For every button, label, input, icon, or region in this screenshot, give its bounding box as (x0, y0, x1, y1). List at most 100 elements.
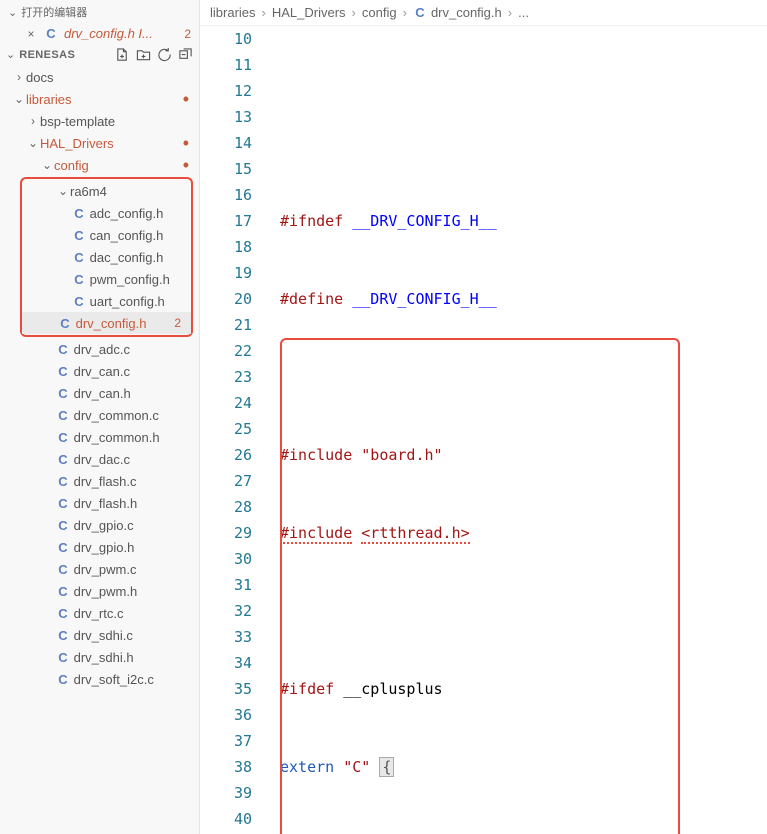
chevron-right-icon: › (352, 5, 356, 20)
chevron-right-icon: › (508, 5, 512, 20)
chevron-right-icon: › (403, 5, 407, 20)
file-badge: 2 (174, 316, 181, 330)
chevron-down-icon: ⌄ (26, 136, 40, 150)
tree-file[interactable]: C drv_sdhi.h (0, 646, 199, 668)
line-number: 15 (200, 156, 252, 182)
line-number: 31 (200, 572, 252, 598)
tree-file-adc-config[interactable]: C adc_config.h (22, 202, 191, 224)
line-number: 29 (200, 520, 252, 546)
tree-file-uart-config[interactable]: C uart_config.h (22, 290, 191, 312)
line-number: 37 (200, 728, 252, 754)
c-file-icon: C (72, 272, 86, 287)
c-file-icon: C (56, 518, 70, 533)
open-editor-tab[interactable]: × C drv_config.h I... 2 (0, 24, 199, 43)
tree-folder-bsp-template[interactable]: ›bsp-template (0, 110, 199, 132)
c-file-icon: C (56, 386, 70, 401)
line-number: 39 (200, 780, 252, 806)
new-folder-icon[interactable] (136, 47, 151, 62)
tree-file[interactable]: C drv_pwm.c (0, 558, 199, 580)
tree-file-drv-config[interactable]: C drv_config.h2 (22, 312, 191, 334)
c-file-icon: C (72, 250, 86, 265)
tree-folder-ra6m4[interactable]: ⌄ra6m4 (22, 180, 191, 202)
code-editor[interactable]: 1011121314151617181920212223242526272829… (200, 26, 767, 834)
line-number: 14 (200, 130, 252, 156)
line-number: 19 (200, 260, 252, 286)
refresh-icon[interactable] (157, 47, 172, 62)
file-tree: ›docs ⌄libraries• ›bsp-template ⌄HAL_Dri… (0, 66, 199, 834)
chevron-down-icon: ⌄ (56, 184, 70, 198)
line-number: 18 (200, 234, 252, 260)
chevron-down-icon: ⌄ (6, 48, 15, 61)
open-editors-title: 打开的编辑器 (21, 4, 87, 20)
tree-file-dac-config[interactable]: C dac_config.h (22, 246, 191, 268)
c-file-icon: C (72, 228, 86, 243)
line-number: 33 (200, 624, 252, 650)
bc-seg[interactable]: HAL_Drivers (272, 5, 346, 20)
c-file-icon: C (56, 540, 70, 555)
tree-file[interactable]: C drv_rtc.c (0, 602, 199, 624)
tree-file[interactable]: C drv_adc.c (0, 338, 199, 360)
c-file-icon: C (58, 316, 72, 331)
line-number: 30 (200, 546, 252, 572)
tree-folder-hal-drivers[interactable]: ⌄HAL_Drivers• (0, 132, 199, 154)
line-number-gutter: 1011121314151617181920212223242526272829… (200, 26, 272, 834)
tree-file[interactable]: C drv_can.h (0, 382, 199, 404)
line-number: 24 (200, 390, 252, 416)
explorer-section-header[interactable]: ⌄ RENESAS (0, 43, 199, 66)
chevron-down-icon: ⌄ (12, 92, 26, 106)
modified-dot-icon: • (183, 90, 189, 108)
tree-folder-libraries[interactable]: ⌄libraries• (0, 88, 199, 110)
tree-file[interactable]: C drv_flash.c (0, 470, 199, 492)
tree-file[interactable]: C drv_common.h (0, 426, 199, 448)
line-number: 40 (200, 806, 252, 832)
chevron-down-icon: ⌄ (40, 158, 54, 172)
tree-file[interactable]: C drv_gpio.h (0, 536, 199, 558)
highlighted-files-box: ⌄ra6m4 C adc_config.h C can_config.h C d… (20, 177, 193, 337)
tree-file[interactable]: C drv_common.c (0, 404, 199, 426)
line-number: 26 (200, 442, 252, 468)
tree-file[interactable]: C drv_pwm.h (0, 580, 199, 602)
c-file-icon: C (56, 650, 70, 665)
open-editors-header[interactable]: ⌄ 打开的编辑器 (0, 0, 199, 24)
tree-file[interactable]: C drv_dac.c (0, 448, 199, 470)
line-number: 21 (200, 312, 252, 338)
close-icon[interactable]: × (24, 27, 38, 41)
sidebar: ⌄ 打开的编辑器 × C drv_config.h I... 2 ⌄ RENES… (0, 0, 200, 834)
c-file-icon: C (56, 342, 70, 357)
tree-folder-docs[interactable]: ›docs (0, 66, 199, 88)
c-file-icon: C (56, 672, 70, 687)
code-area[interactable]: #ifndef __DRV_CONFIG_H__ #define __DRV_C… (272, 26, 767, 834)
line-number: 20 (200, 286, 252, 312)
explorer-title: RENESAS (19, 49, 111, 61)
tree-folder-config[interactable]: ⌄config• (0, 154, 199, 176)
line-number: 27 (200, 468, 252, 494)
new-file-icon[interactable] (115, 47, 130, 62)
tree-file[interactable]: C drv_soft_i2c.c (0, 668, 199, 690)
chevron-right-icon: › (12, 70, 26, 84)
chevron-right-icon: › (262, 5, 266, 20)
line-number: 17 (200, 208, 252, 234)
bc-file[interactable]: Cdrv_config.h (413, 5, 502, 20)
c-file-icon: C (56, 408, 70, 423)
tree-file-pwm-config[interactable]: C pwm_config.h (22, 268, 191, 290)
bc-seg[interactable]: libraries (210, 5, 256, 20)
bc-seg[interactable]: config (362, 5, 397, 20)
c-file-icon: C (56, 430, 70, 445)
c-file-icon: C (56, 364, 70, 379)
breadcrumb[interactable]: libraries › HAL_Drivers › config › Cdrv_con… (200, 0, 767, 26)
modified-dot-icon: • (183, 134, 189, 152)
tree-file[interactable]: C drv_can.c (0, 360, 199, 382)
line-number: 36 (200, 702, 252, 728)
bc-seg[interactable]: ... (518, 5, 529, 20)
tree-file-can-config[interactable]: C can_config.h (22, 224, 191, 246)
tree-file[interactable]: C drv_gpio.c (0, 514, 199, 536)
c-file-icon: C (413, 5, 427, 20)
tree-file[interactable]: C drv_sdhi.c (0, 624, 199, 646)
main-pane: libraries › HAL_Drivers › config › Cdrv_con… (200, 0, 767, 834)
line-number: 35 (200, 676, 252, 702)
tree-file[interactable]: C drv_flash.h (0, 492, 199, 514)
collapse-icon[interactable] (178, 47, 193, 62)
modified-dot-icon: • (183, 156, 189, 174)
tab-file-name: drv_config.h I... (64, 26, 174, 41)
c-file-icon: C (56, 474, 70, 489)
